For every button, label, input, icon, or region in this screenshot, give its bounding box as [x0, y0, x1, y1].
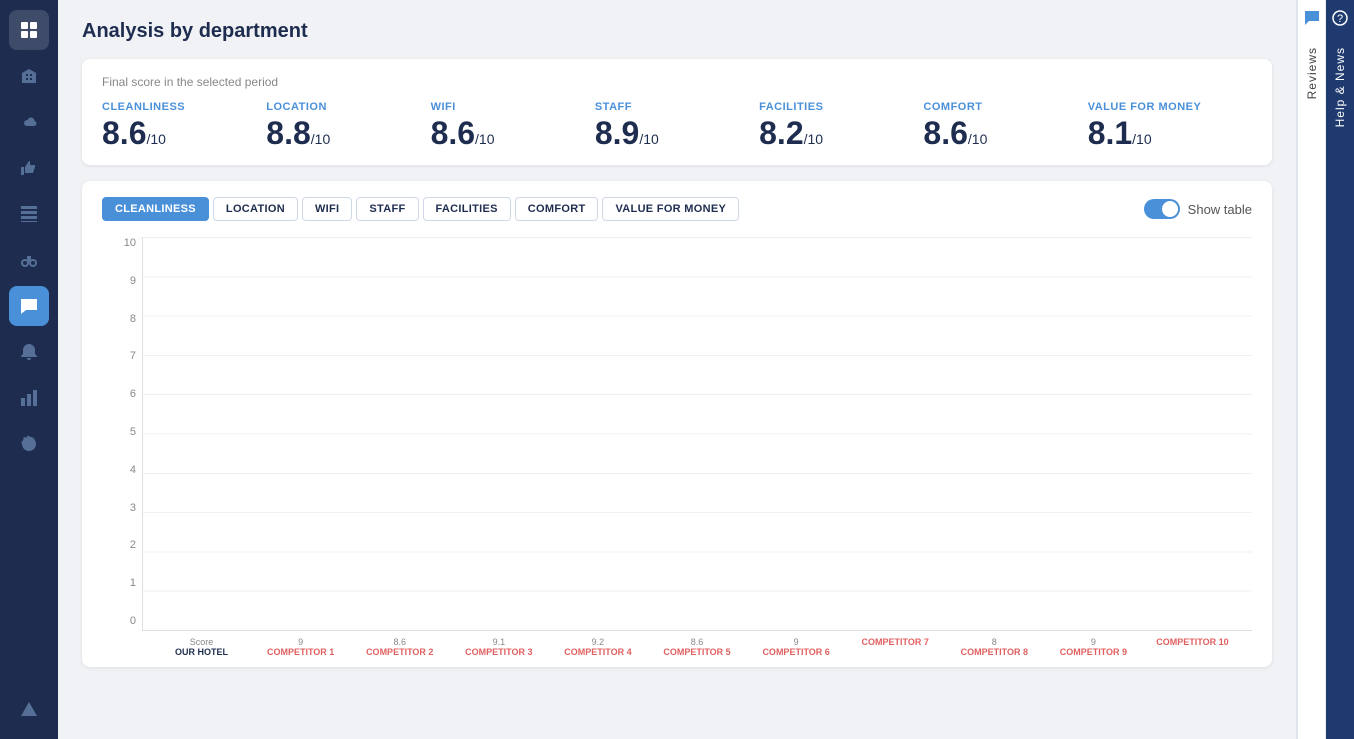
score-label: COMFORT — [923, 101, 1087, 113]
score-denom: /10 — [1132, 131, 1151, 147]
score-value: 8.2/10 — [759, 117, 923, 149]
help-icon: ? — [1332, 0, 1348, 41]
sidebar-icon-cloud[interactable] — [9, 102, 49, 142]
sidebar-icon-logo[interactable] — [9, 689, 49, 729]
x-label-2: 8.6COMPETITOR 2 — [350, 637, 449, 657]
score-label: CLEANLINESS — [102, 101, 266, 113]
score-denom: /10 — [475, 131, 494, 147]
x-label-8: 8COMPETITOR 8 — [945, 637, 1044, 657]
score-item-comfort: COMFORT 8.6/10 — [923, 101, 1087, 149]
y-label: 8 — [130, 313, 136, 325]
score-denom: /10 — [968, 131, 987, 147]
sidebar-icon-thumbs-up[interactable] — [9, 148, 49, 188]
score-denom: /10 — [311, 131, 330, 147]
show-table-label: Show table — [1188, 202, 1252, 217]
y-label: 5 — [130, 426, 136, 438]
scores-row: CLEANLINESS 8.6/10 LOCATION 8.8/10 WIFI … — [102, 101, 1252, 149]
x-label-3: 9.1COMPETITOR 3 — [449, 637, 548, 657]
score-label: LOCATION — [266, 101, 430, 113]
tab-location[interactable]: LOCATION — [213, 197, 298, 221]
y-label: 9 — [130, 275, 136, 287]
score-value: 8.8/10 — [266, 117, 430, 149]
y-label: 1 — [130, 577, 136, 589]
reviews-icon — [1304, 0, 1320, 41]
score-item-cleanliness: CLEANLINESS 8.6/10 — [102, 101, 266, 149]
x-label-0: ScoreOUR HOTEL — [152, 637, 251, 657]
x-label-4: 9.2COMPETITOR 4 — [548, 637, 647, 657]
score-value: 8.9/10 — [595, 117, 759, 149]
x-label-1: 9COMPETITOR 1 — [251, 637, 350, 657]
sidebar-icon-binoculars[interactable] — [9, 240, 49, 280]
x-labels: ScoreOUR HOTEL9COMPETITOR 18.6COMPETITOR… — [142, 637, 1252, 657]
tab-value-for-money[interactable]: VALUE FOR MONEY — [602, 197, 739, 221]
help-news-tab[interactable]: Help & News — [1333, 41, 1347, 133]
main-content: Analysis by department Final score in th… — [58, 0, 1296, 739]
sidebar-icon-bell[interactable] — [9, 332, 49, 372]
x-label-10: COMPETITOR 10 — [1143, 637, 1242, 657]
content-area: Analysis by department Final score in th… — [58, 0, 1296, 739]
tab-bar: CLEANLINESSLOCATIONWIFISTAFFFACILITIESCO… — [102, 197, 1252, 221]
page-title: Analysis by department — [82, 20, 1272, 43]
sidebar-icon-chat[interactable] — [9, 286, 49, 326]
x-label-6: 9COMPETITOR 6 — [747, 637, 846, 657]
score-card: Final score in the selected period CLEAN… — [82, 59, 1272, 165]
score-item-location: LOCATION 8.8/10 — [266, 101, 430, 149]
tab-bar-right: Show table — [1144, 199, 1252, 219]
y-label: 2 — [130, 539, 136, 551]
chart-card: CLEANLINESSLOCATIONWIFISTAFFFACILITIESCO… — [82, 181, 1272, 667]
y-axis: 0 1 2 3 4 5 6 7 8 9 10 — [102, 237, 142, 627]
chart-inner: ScoreOUR HOTEL9COMPETITOR 18.6COMPETITOR… — [142, 237, 1252, 657]
svg-text:?: ? — [1337, 13, 1343, 25]
sidebar-icon-hotel[interactable] — [9, 56, 49, 96]
sidebar-icon-table[interactable] — [9, 194, 49, 234]
score-label: VALUE FOR MONEY — [1088, 101, 1252, 113]
score-label: STAFF — [595, 101, 759, 113]
tab-cleanliness[interactable]: CLEANLINESS — [102, 197, 209, 221]
score-item-staff: STAFF 8.9/10 — [595, 101, 759, 149]
y-label: 4 — [130, 464, 136, 476]
score-label: WIFI — [431, 101, 595, 113]
score-value: 8.6/10 — [431, 117, 595, 149]
sidebar-icon-grid[interactable] — [9, 10, 49, 50]
bars-area — [142, 237, 1252, 631]
show-table-toggle[interactable] — [1144, 199, 1180, 219]
reviews-column: Reviews — [1298, 0, 1326, 739]
score-item-wifi: WIFI 8.6/10 — [431, 101, 595, 149]
score-value: 8.1/10 — [1088, 117, 1252, 149]
score-label: FACILITIES — [759, 101, 923, 113]
x-label-5: 8.6COMPETITOR 5 — [647, 637, 746, 657]
x-label-9: 9COMPETITOR 9 — [1044, 637, 1143, 657]
score-denom: /10 — [639, 131, 658, 147]
x-label-7: COMPETITOR 7 — [846, 637, 945, 657]
score-value: 8.6/10 — [923, 117, 1087, 149]
y-label: 10 — [124, 237, 136, 249]
score-denom: /10 — [804, 131, 823, 147]
tab-wifi[interactable]: WIFI — [302, 197, 352, 221]
y-label: 7 — [130, 350, 136, 362]
score-denom: /10 — [146, 131, 165, 147]
score-item-facilities: FACILITIES 8.2/10 — [759, 101, 923, 149]
tab-staff[interactable]: STAFF — [356, 197, 418, 221]
y-label: 6 — [130, 388, 136, 400]
score-item-value-for-money: VALUE FOR MONEY 8.1/10 — [1088, 101, 1252, 149]
help-column: ? Help & News — [1326, 0, 1354, 739]
sidebar-icon-bar-chart[interactable] — [9, 378, 49, 418]
sidebar — [0, 0, 58, 739]
y-label: 0 — [130, 615, 136, 627]
right-panels: Reviews ? Help & News — [1296, 0, 1354, 739]
y-label: 3 — [130, 502, 136, 514]
tab-comfort[interactable]: COMFORT — [515, 197, 599, 221]
tab-facilities[interactable]: FACILITIES — [423, 197, 511, 221]
chart-container: 0 1 2 3 4 5 6 7 8 9 10 ScoreOUR HOTEL9COMPETITOR 1… — [102, 237, 1252, 657]
sidebar-icon-gear[interactable] — [9, 424, 49, 464]
score-value: 8.6/10 — [102, 117, 266, 149]
reviews-tab[interactable]: Reviews — [1305, 41, 1319, 105]
score-subtitle: Final score in the selected period — [102, 75, 1252, 89]
